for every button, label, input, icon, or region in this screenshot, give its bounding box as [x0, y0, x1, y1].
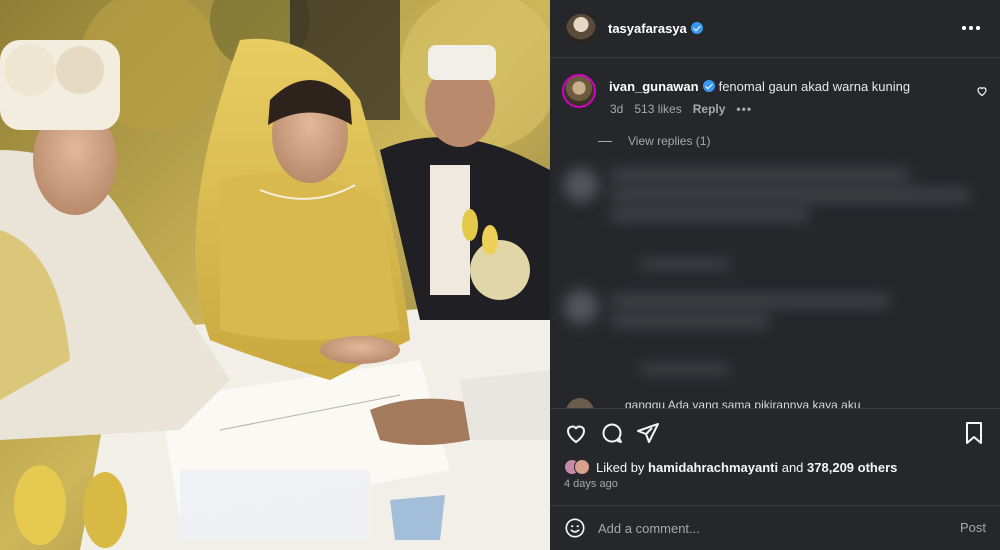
bookmark-icon[interactable] — [962, 421, 986, 445]
post-time-ago: 4 days ago — [564, 478, 618, 490]
post-header: tasyafarasya — [550, 0, 1000, 58]
comment-likes[interactable]: 513 likes — [634, 102, 681, 116]
post-photo-illustration — [0, 0, 550, 550]
author-username-row[interactable]: tasyafarasya — [608, 21, 703, 36]
comment-text: fenomal gaun akad warna kuning — [718, 79, 911, 94]
share-icon[interactable] — [636, 421, 660, 445]
post-comment-button[interactable]: Post — [960, 520, 986, 535]
comment-body: ivan_gunawan fenomal gaun akad warna kuni… — [609, 79, 910, 94]
verified-badge-icon — [702, 80, 715, 92]
comment-meta: 3d 513 likes Reply ••• — [610, 102, 752, 116]
likes-and: and — [781, 459, 804, 475]
comment-item: ivan_gunawan fenomal gaun akad warna kuni… — [550, 70, 1000, 150]
author-avatar[interactable] — [566, 14, 596, 44]
likes-count[interactable]: 378,209 others — [807, 460, 897, 475]
reply-button[interactable]: Reply — [693, 102, 726, 116]
comment-age: 3d — [610, 102, 624, 116]
post-actions-bar — [550, 408, 1000, 454]
blurred-comments: ganggu Ada yang sama pikirannya kaya aku — [550, 140, 1000, 408]
blurred-content — [550, 140, 1000, 408]
emoji-icon[interactable] — [564, 517, 586, 539]
likes-summary[interactable]: Liked by hamidahrachmayanti and 378,209 … — [564, 458, 897, 476]
heart-icon[interactable] — [564, 421, 588, 445]
commenter-avatar[interactable] — [562, 74, 596, 108]
author-username[interactable]: tasyafarasya — [608, 21, 687, 36]
likes-prefix: Liked by — [596, 459, 645, 475]
comment-input[interactable] — [598, 516, 928, 540]
post-detail-panel: tasyafarasya ivan_gunawan fenomal gaun ak… — [550, 0, 1000, 550]
comment-like-heart-icon[interactable] — [976, 85, 988, 97]
partial-comment-text: ganggu Ada yang sama pikirannya kaya aku — [625, 398, 861, 408]
liker-username[interactable]: hamidahrachmayanti — [648, 460, 778, 475]
more-icon[interactable] — [962, 20, 982, 36]
commenter-username[interactable]: ivan_gunawan — [609, 79, 699, 94]
verified-badge-icon — [690, 22, 703, 34]
liker-avatar — [574, 459, 590, 475]
comment-icon[interactable] — [600, 421, 624, 445]
add-comment-bar: Post — [550, 505, 1000, 550]
comment-options-button[interactable]: ••• — [736, 102, 752, 116]
post-photo[interactable] — [0, 0, 550, 550]
